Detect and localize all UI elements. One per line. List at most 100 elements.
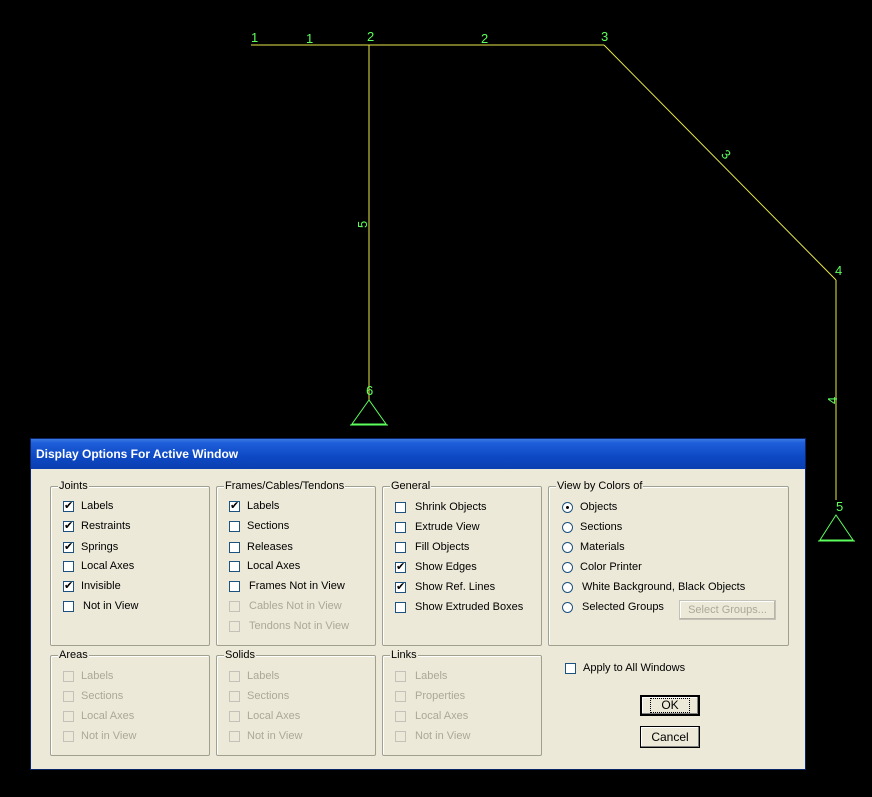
joints-group: Joints Labels Restraints Springs Local A… [50,480,210,646]
frame-label: 1 [306,31,313,46]
checkbox-label: Properties [415,690,466,702]
checkbox-box [229,731,240,742]
checkbox-label: Sections [247,520,290,532]
frames-group: Frames/Cables/Tendons Labels Sections Re… [216,480,376,646]
checkbox-box [63,711,74,722]
checkbox-box[interactable] [395,602,406,613]
checkbox-label: Not in View [247,730,303,742]
solids-legend: Solids [224,649,256,662]
checkbox-box[interactable] [63,540,74,553]
select-groups-button: Select Groups... [679,600,776,620]
checkbox-label: Releases [247,541,293,553]
radio-label: Color Printer [580,561,642,573]
general-legend: General [390,480,432,493]
checkbox-label: Local Axes [81,710,135,722]
checkbox-box [229,671,240,682]
checkbox-box[interactable] [395,560,406,573]
radio-dot[interactable] [562,602,573,613]
checkbox-box[interactable] [63,579,74,592]
dialog-title: Display Options For Active Window [36,447,239,461]
checkbox-box[interactable] [565,663,576,674]
checkbox-box [63,731,74,742]
radio-label: Sections [580,521,623,533]
checkbox-box[interactable] [63,499,74,512]
joint-label: 6 [366,383,373,398]
checkbox-box[interactable] [63,519,74,532]
checkbox-label: Springs [81,541,119,553]
pin-support-icon [351,399,387,425]
joint-label: 1 [251,30,258,45]
joint-label: 3 [601,29,608,44]
checkbox-label: Fill Objects [415,541,470,553]
checkbox-label: Invisible [81,580,121,592]
checkbox-box [229,621,240,632]
frame-line[interactable] [603,44,837,281]
checkbox-label: Local Axes [247,710,301,722]
display-options-dialog: Display Options For Active Window Joints… [30,438,806,770]
checkbox-label: Cables Not in View [249,600,342,612]
view-by-colors-group: View by Colors of Objects Sections Mater… [548,480,789,646]
links-group: Links Labels Properties Local Axes Not i… [382,649,542,756]
checkbox-label: Show Extruded Boxes [415,601,524,613]
checkbox-label: Show Ref. Lines [415,581,496,593]
checkbox-label: Labels [247,500,280,512]
checkbox-box[interactable] [229,561,240,572]
checkbox-box[interactable] [395,542,406,553]
checkbox-box[interactable] [229,499,240,512]
ok-button[interactable]: OK [640,695,700,716]
checkbox-label: Local Axes [415,710,469,722]
checkbox-label: Frames Not in View [249,580,345,592]
checkbox-label: Restraints [81,520,131,532]
checkbox-box [395,731,406,742]
checkbox-box[interactable] [395,580,406,593]
checkbox-box [229,691,240,702]
checkbox-label: Labels [81,670,114,682]
checkbox-box [63,691,74,702]
checkbox-label: Tendons Not in View [249,620,350,632]
links-legend: Links [390,649,418,662]
checkbox-box[interactable] [395,502,406,513]
checkbox-label: Apply to All Windows [583,662,686,674]
dialog-title-bar[interactable]: Display Options For Active Window [31,439,805,469]
radio-label: Materials [580,541,625,553]
checkbox-box[interactable] [63,561,74,572]
checkbox-box [229,601,240,612]
checkbox-label: Sections [247,690,290,702]
checkbox-box [63,671,74,682]
radio-label: Objects [580,501,618,513]
ok-button-label: OK [650,698,690,713]
checkbox-box[interactable] [63,601,74,612]
checkbox-box[interactable] [229,581,240,592]
frames-legend: Frames/Cables/Tendons [224,480,346,493]
general-group: General Shrink Objects Extrude View Fill… [382,480,542,646]
cancel-button[interactable]: Cancel [640,726,700,748]
radio-dot[interactable] [562,502,573,513]
checkbox-label: Labels [247,670,280,682]
checkbox-box [395,711,406,722]
checkbox-box[interactable] [395,522,406,533]
radio-dot[interactable] [562,522,573,533]
pin-support-icon [819,514,854,541]
checkbox-label: Sections [81,690,124,702]
frame-label: 2 [481,31,488,46]
joint-label: 2 [367,29,374,44]
joint-label: 4 [835,263,842,278]
checkbox-box[interactable] [229,542,240,553]
joints-legend: Joints [58,480,89,493]
checkbox-label: Not in View [415,730,471,742]
solids-group: Solids Labels Sections Local Axes Not in… [216,649,376,756]
checkbox-label: Show Edges [415,561,477,573]
checkbox-label: Not in View [83,600,139,612]
checkbox-label: Not in View [81,730,137,742]
checkbox-label: Local Axes [247,560,301,572]
checkbox-label: Labels [415,670,448,682]
radio-dot[interactable] [562,542,573,553]
radio-dot[interactable] [562,562,573,573]
checkbox-box [395,671,406,682]
checkbox-box[interactable] [229,521,240,532]
radio-dot[interactable] [562,582,573,593]
joint-label: 5 [836,499,843,514]
frame-label: 4 [825,397,840,404]
frame-label: 5 [355,221,370,228]
checkbox-label: Shrink Objects [415,501,487,513]
